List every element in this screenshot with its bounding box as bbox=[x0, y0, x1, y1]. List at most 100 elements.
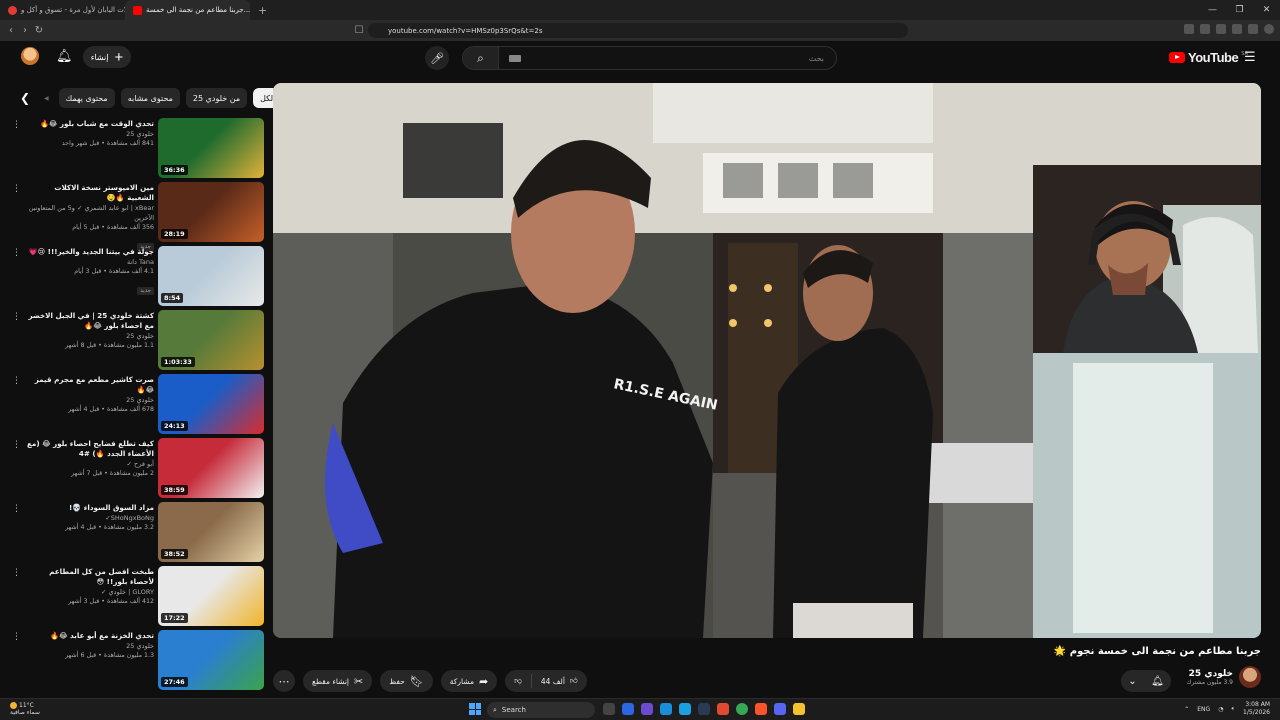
recommendation-item[interactable]: ⋮ مزاد السوق السوداء 💀! SHoNgxBoNg✓ 3.2 ملي… bbox=[8, 500, 266, 564]
recommendation-channel[interactable]: xBear | ابو عابد الشمري ✓ و5 من المتعاون… bbox=[26, 203, 154, 223]
recommendation-thumbnail[interactable]: 38:52 bbox=[158, 502, 264, 562]
brave-icon[interactable] bbox=[755, 703, 767, 715]
address-bar[interactable]: youtube.com/watch?v=HMSz0p3SrQs&t=2s bbox=[368, 23, 908, 38]
volume-icon[interactable]: 🔈︎ bbox=[1231, 705, 1235, 713]
new-tab-button[interactable]: + bbox=[250, 4, 275, 17]
more-options-icon[interactable]: ⋮ bbox=[12, 504, 21, 514]
create-button[interactable]: إنشاء + bbox=[83, 46, 131, 68]
more-options-icon[interactable]: ⋮ bbox=[12, 248, 21, 258]
recommendation-item[interactable]: ⋮ طبخت افضل من كل المطاعم لأحصاء بلور!! 😳… bbox=[8, 564, 266, 628]
wifi-icon[interactable]: ◔ bbox=[1218, 706, 1223, 713]
more-options-icon[interactable]: ⋮ bbox=[12, 120, 21, 130]
clip-button[interactable]: إنشاء مقطع ✂ bbox=[303, 670, 373, 692]
chrome-icon[interactable] bbox=[736, 703, 748, 715]
more-options-icon[interactable]: ⋮ bbox=[12, 440, 21, 450]
more-options-icon[interactable]: ⋮ bbox=[12, 184, 21, 194]
recommendation-thumbnail[interactable]: 28:19 bbox=[158, 182, 264, 242]
windows-start-icon[interactable] bbox=[469, 703, 481, 715]
recommendation-thumbnail[interactable]: 24:13 bbox=[158, 374, 264, 434]
close-window-icon[interactable]: ✕ bbox=[1253, 5, 1280, 15]
youtube-logo[interactable]: YouTube SA bbox=[1169, 50, 1248, 65]
recommendation-item[interactable]: ⋮ تحدي الوقت مع شباب بلور 😂🔥 خلودي 25 841 أ… bbox=[8, 116, 266, 180]
back-icon[interactable]: ‹ bbox=[4, 25, 18, 36]
recommendation-title[interactable]: كيف تطلع فضايح احصاء بلور 😂 (مع الأعضاء … bbox=[26, 439, 154, 459]
recommendation-title[interactable]: كشتة خلودي 25 | في الجبل الاخضر مع احصاء… bbox=[26, 311, 154, 331]
extension-icon[interactable] bbox=[1232, 24, 1242, 34]
recommendation-title[interactable]: تحدي الوقت مع شباب بلور 😂🔥 bbox=[26, 119, 154, 129]
recommendation-thumbnail[interactable]: 38:59 bbox=[158, 438, 264, 498]
recommendation-title[interactable]: مين الاميوستر نسخة الاكلات الشعبية 🔥🤤 bbox=[26, 183, 154, 203]
telegram-icon[interactable] bbox=[679, 703, 691, 715]
maximize-icon[interactable]: ❐ bbox=[1226, 5, 1253, 15]
recommendation-channel[interactable]: SHoNgxBoNg✓ bbox=[26, 513, 154, 523]
clock[interactable]: 3:08 AM 1/5/2026 bbox=[1243, 701, 1270, 717]
channel-avatar[interactable] bbox=[1239, 666, 1261, 688]
bookmark-icon[interactable]: ☐ bbox=[352, 25, 366, 36]
forward-icon[interactable]: › bbox=[18, 25, 32, 36]
lang-indicator[interactable]: ENG bbox=[1197, 706, 1210, 713]
profile-icon[interactable] bbox=[1264, 24, 1274, 34]
more-options-icon[interactable]: ⋮ bbox=[12, 568, 21, 578]
recommendation-item[interactable]: ⋮ تحدي الخزنة مع أبو عابد 😂🔥 خلودي 25 1.3 م… bbox=[8, 628, 266, 692]
recommendation-channel[interactable]: GLORY | خلودي ✓ bbox=[26, 587, 154, 597]
chip-from-channel[interactable]: من خلودي 25 bbox=[185, 88, 248, 108]
more-options-icon[interactable]: ⋮ bbox=[12, 312, 21, 322]
keyboard-icon[interactable] bbox=[509, 54, 521, 62]
recommendation-item[interactable]: ⋮ كيف تطلع فضايح احصاء بلور 😂 (مع الأعضاء… bbox=[8, 436, 266, 500]
more-options-icon[interactable]: ⋮ bbox=[12, 376, 21, 386]
app-icon[interactable] bbox=[622, 703, 634, 715]
weather-widget[interactable]: 11°C سماء صافية bbox=[10, 702, 40, 716]
recommendation-channel[interactable]: خلودي 25 bbox=[26, 331, 154, 341]
save-button[interactable]: حفظ 🔖︎ bbox=[380, 670, 433, 692]
recommendation-thumbnail[interactable]: 27:46 bbox=[158, 630, 264, 690]
recommendation-item[interactable]: ⋮ كشتة خلودي 25 | في الجبل الاخضر مع احصا… bbox=[8, 308, 266, 372]
recommendation-title[interactable]: مزاد السوق السوداء 💀! bbox=[26, 503, 154, 513]
voice-search-icon[interactable]: 🎤︎ bbox=[425, 46, 449, 70]
search-input[interactable] bbox=[521, 53, 836, 63]
recommendation-channel[interactable]: Tana دانة bbox=[26, 257, 154, 267]
recommendation-title[interactable]: طبخت افضل من كل المطاعم لأحصاء بلور!! 😳 bbox=[26, 567, 154, 587]
dislike-button[interactable]: 👎︎ bbox=[505, 670, 531, 692]
recommendation-title[interactable]: صرت كاشير مطعم مع مجرم قيمز 😂🔥 bbox=[26, 375, 154, 395]
recommendation-item[interactable]: ⋮ صرت كاشير مطعم مع مجرم قيمز 😂🔥 خلودي 25 6… bbox=[8, 372, 266, 436]
chip-related[interactable]: محتوى يهمك bbox=[58, 88, 115, 108]
recommendation-title[interactable]: جولة في بيتنا الجديد والخير!!! 😢💗 bbox=[26, 247, 154, 257]
chip-similar[interactable]: محتوى مشابه bbox=[120, 88, 180, 108]
recommendation-item[interactable]: ⋮ مين الاميوستر نسخة الاكلات الشعبية 🔥🤤 xB… bbox=[8, 180, 266, 251]
video-player[interactable]: R1.S.E AGAIN bbox=[273, 83, 1261, 638]
recommendation-channel[interactable]: أبو فرح ✓ bbox=[26, 459, 154, 469]
like-button[interactable]: 44 ألف 👍︎ bbox=[532, 670, 587, 692]
search-button[interactable]: ⌕ bbox=[463, 47, 499, 69]
taskbar-search[interactable]: ⌕ Search bbox=[487, 702, 595, 718]
minimize-icon[interactable]: — bbox=[1199, 5, 1226, 15]
recommendation-thumbnail[interactable]: 17:22 bbox=[158, 566, 264, 626]
recommendation-item[interactable]: ⋮ جولة في بيتنا الجديد والخير!!! 😢💗 Tana د… bbox=[8, 244, 266, 308]
recommendation-thumbnail[interactable]: 36:36 bbox=[158, 118, 264, 178]
share-button[interactable]: مشاركة ➦ bbox=[440, 670, 498, 692]
file-explorer-icon[interactable] bbox=[793, 703, 805, 715]
extension-icon[interactable] bbox=[1248, 24, 1258, 34]
steam-icon[interactable] bbox=[698, 703, 710, 715]
recommendation-thumbnail[interactable]: 1:03:33 bbox=[158, 310, 264, 370]
more-actions-button[interactable]: ⋯ bbox=[273, 670, 295, 692]
recommendation-thumbnail[interactable]: 8:54 bbox=[158, 246, 264, 306]
menu-icon[interactable]: ☰ bbox=[1244, 50, 1256, 65]
recommendation-title[interactable]: تحدي الخزنة مع أبو عابد 😂🔥 bbox=[26, 631, 154, 641]
recommendation-channel[interactable]: خلودي 25 bbox=[26, 395, 154, 405]
recommendation-channel[interactable]: خلودي 25 bbox=[26, 641, 154, 651]
more-options-icon[interactable]: ⋮ bbox=[12, 632, 21, 642]
discord-icon[interactable] bbox=[774, 703, 786, 715]
extension-icon[interactable] bbox=[1200, 24, 1210, 34]
app-icon[interactable] bbox=[641, 703, 653, 715]
chevron-up-icon[interactable]: ⌃ bbox=[1184, 706, 1189, 713]
extension-icon[interactable] bbox=[1184, 24, 1194, 34]
browser-tab-active[interactable]: جربنا مطاعم من نجمة الى خمسة... ✕ bbox=[125, 0, 250, 20]
app-icon[interactable] bbox=[717, 703, 729, 715]
subscribed-button[interactable]: ⌄ 🔔︎ bbox=[1121, 670, 1171, 692]
notifications-bell-icon[interactable]: 🔔︎ bbox=[56, 49, 73, 64]
browser-tab[interactable]: وصلات اليابان لأول مرة - تسوق و أكل و... bbox=[0, 0, 125, 20]
edge-icon[interactable] bbox=[660, 703, 672, 715]
account-avatar[interactable] bbox=[21, 47, 39, 65]
task-view-icon[interactable] bbox=[603, 703, 615, 715]
chevron-left-icon[interactable]: ❮ bbox=[20, 91, 34, 105]
